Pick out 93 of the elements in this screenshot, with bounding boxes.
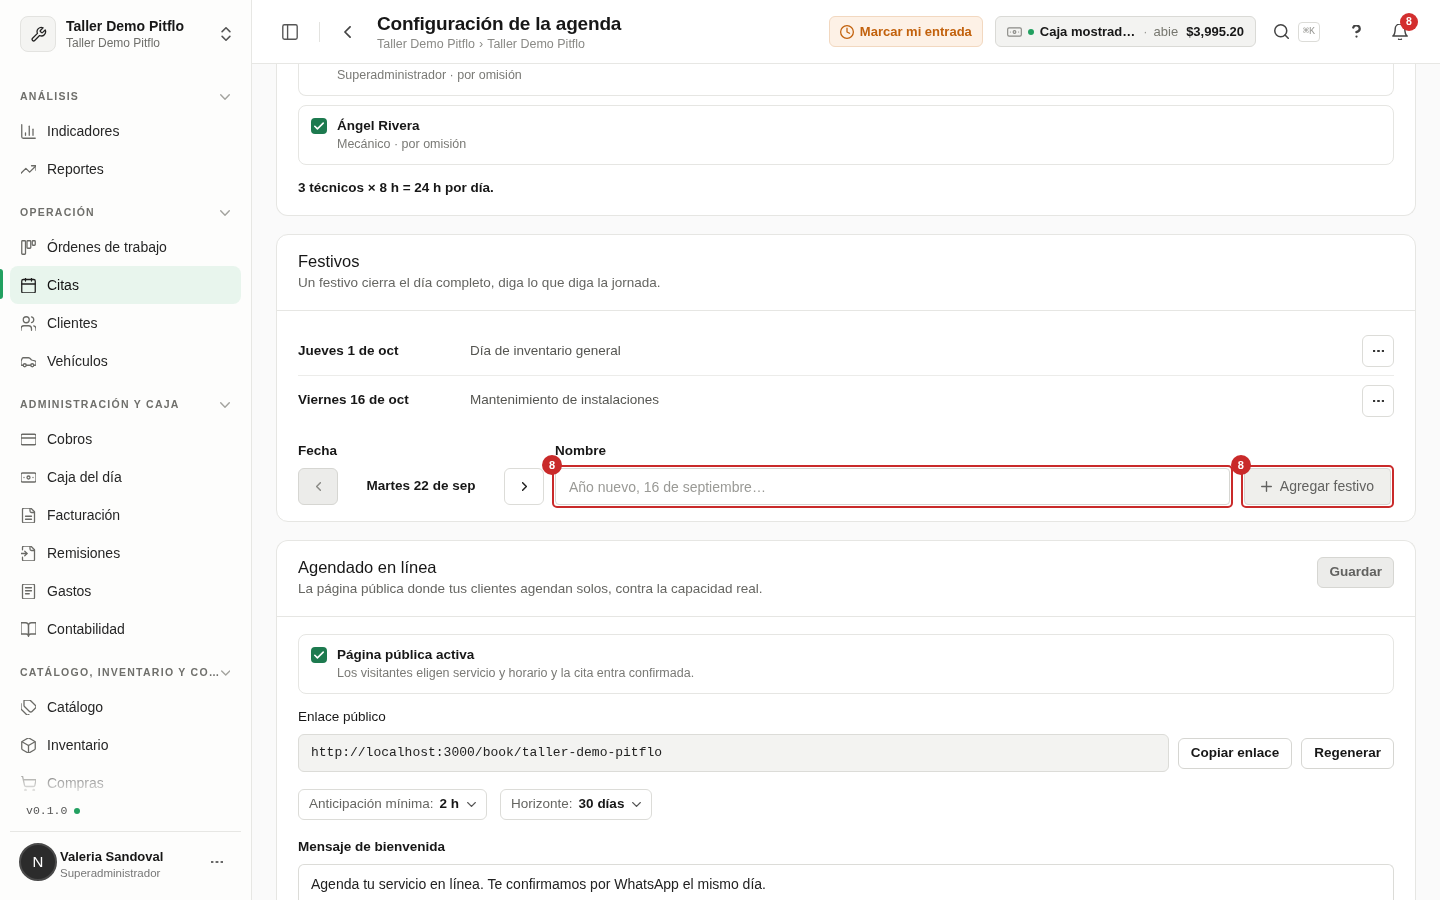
card-subtitle: Un festivo cierra el día completo, diga lo que diga la jornada. (298, 274, 661, 292)
input-field[interactable]: Año nuevo, 16 de septiembre… (555, 468, 1230, 505)
option-label: Página pública activa (337, 646, 476, 664)
version-label: v0.1.0 (26, 803, 68, 820)
sidebar-item[interactable]: Órdenes de trabajo (10, 228, 241, 266)
sidebar-item[interactable]: Caja del día (10, 458, 241, 496)
notification-badge: 8 (1400, 12, 1418, 31)
clock-icon (839, 24, 854, 39)
user-name: Valeria Sandoval (60, 848, 164, 865)
card-subtitle: La página pública donde tus clientes agendan solos, contra la capacidad real. (298, 580, 763, 598)
message-field[interactable]: Agenda tu servicio en línea. Te confirmamos por WhatsApp el mismo día. (298, 864, 1394, 900)
chevron-left-icon (343, 25, 351, 38)
checkbox[interactable] (311, 647, 327, 663)
holiday-name: Día de inventario general (470, 341, 621, 360)
sidebar-item[interactable]: Inventario (10, 726, 241, 764)
issue-badge: 8 (542, 455, 562, 475)
sidebar-item[interactable]: Indicadores (10, 112, 241, 150)
sidebar-toggle-icon (282, 23, 298, 40)
sidebar-item[interactable]: Clientes (10, 304, 241, 342)
section-heading[interactable]: OPERACIÓN (20, 205, 95, 221)
receipt-icon (21, 583, 36, 599)
holiday-name: Mantenimiento de instalaciones (470, 391, 660, 410)
sidebar-item[interactable]: Remisiones (10, 534, 241, 572)
breadcrumb-link[interactable]: Taller Demo Pitflo (377, 35, 475, 52)
chevron-down-icon (632, 802, 642, 807)
banknote-icon (21, 469, 36, 485)
link-button[interactable]: Regenerar (1301, 737, 1394, 769)
field-label: Mensaje de bienvenida (298, 838, 447, 856)
date-value: Martes 22 de sep (365, 477, 477, 496)
bell-icon (1392, 23, 1408, 40)
user-role: Superadministrador (60, 866, 162, 881)
workspace-name[interactable]: Taller Demo Pitflo (66, 17, 184, 35)
page-title: Configuración de la agenda (377, 11, 622, 36)
section-heading[interactable]: ADMINISTRACIÓN Y CAJA (20, 397, 180, 413)
cash-register-button[interactable]: Caja mostrad… · abie $3,995.20 (994, 16, 1256, 47)
help-icon (1351, 25, 1361, 38)
link-button[interactable]: Copiar enlace (1177, 737, 1293, 769)
book-icon (21, 621, 36, 637)
calendar-icon (21, 277, 36, 293)
sidebar-item[interactable]: Contabilidad (10, 610, 241, 648)
holiday-date: Viernes 16 de oct (298, 391, 410, 410)
technician-detail: Superadministrador · por omisión (337, 67, 523, 84)
issue-badge: 8 (1230, 455, 1251, 475)
more-icon (1372, 399, 1384, 402)
search-icon (1274, 24, 1290, 39)
sidebar-item[interactable]: Catálogo (10, 688, 241, 726)
active-indicator (0, 269, 3, 299)
url-field[interactable]: http://localhost:3000/book/taller-demo-pitflo (298, 734, 1169, 772)
breadcrumb-separator: › (478, 35, 484, 52)
credit-card-icon (21, 431, 36, 447)
plus-icon (1260, 481, 1272, 492)
notifications-button[interactable]: 8 (1384, 15, 1416, 48)
option-description: Los visitantes eligen servicio y horario y la cita entra confirmada. (337, 665, 695, 682)
card-title: Festivos (298, 251, 361, 272)
document-arrow-icon (21, 545, 36, 561)
bar-chart-icon (21, 123, 36, 139)
box-icon (21, 737, 36, 753)
users-icon (21, 315, 36, 331)
field-label: Fecha (298, 442, 339, 460)
shortcut-key: ⌘K (1297, 21, 1320, 42)
kanban-icon (21, 239, 36, 255)
holiday-date: Jueves 1 de oct (298, 341, 400, 360)
card-title: Agendado en línea (298, 557, 438, 578)
technician-detail: Mecánico · por omisión (337, 136, 467, 153)
capacity-summary: 3 técnicos × 8 h = 24 h por día. (298, 179, 495, 197)
sidebar-item[interactable]: Vehículos (10, 342, 241, 380)
technician-name: Ángel Rivera (337, 117, 421, 135)
select-dropdown[interactable]: Horizonte: 30 días (500, 789, 653, 820)
cart-icon (21, 775, 36, 791)
section-heading[interactable]: ANÁLISIS (20, 89, 80, 105)
check-icon (314, 651, 324, 659)
field-label: Enlace público (298, 708, 387, 726)
wrench-icon (20, 16, 56, 52)
tag-icon (21, 699, 36, 715)
sidebar-item[interactable]: Cobros (10, 420, 241, 458)
sidebar-item[interactable]: Facturación (10, 496, 241, 534)
breadcrumb-link[interactable]: Taller Demo Pitflo (487, 35, 586, 52)
sidebar-item[interactable]: Reportes (10, 150, 241, 188)
chevron-down-icon (467, 802, 477, 807)
sidebar-item[interactable]: Citas (10, 266, 241, 304)
chevrons-up-down-icon (221, 27, 231, 41)
chevron-right-icon (521, 482, 527, 491)
workspace-subtitle: Taller Demo Pitflo (66, 35, 162, 51)
select-dropdown[interactable]: Anticipación mínima: 2 h (298, 789, 488, 820)
banknote-icon (1006, 26, 1022, 37)
clock-in-button[interactable]: Marcar mi entrada (828, 16, 983, 47)
section-heading[interactable]: CATÁLOGO, INVENTARIO Y CO… (20, 665, 221, 681)
checkbox[interactable] (311, 118, 327, 134)
chevron-left-icon (315, 482, 321, 491)
check-icon (314, 122, 324, 130)
avatar: N (19, 843, 57, 881)
sidebar-item[interactable]: Gastos (10, 572, 241, 610)
document-icon (21, 507, 36, 523)
